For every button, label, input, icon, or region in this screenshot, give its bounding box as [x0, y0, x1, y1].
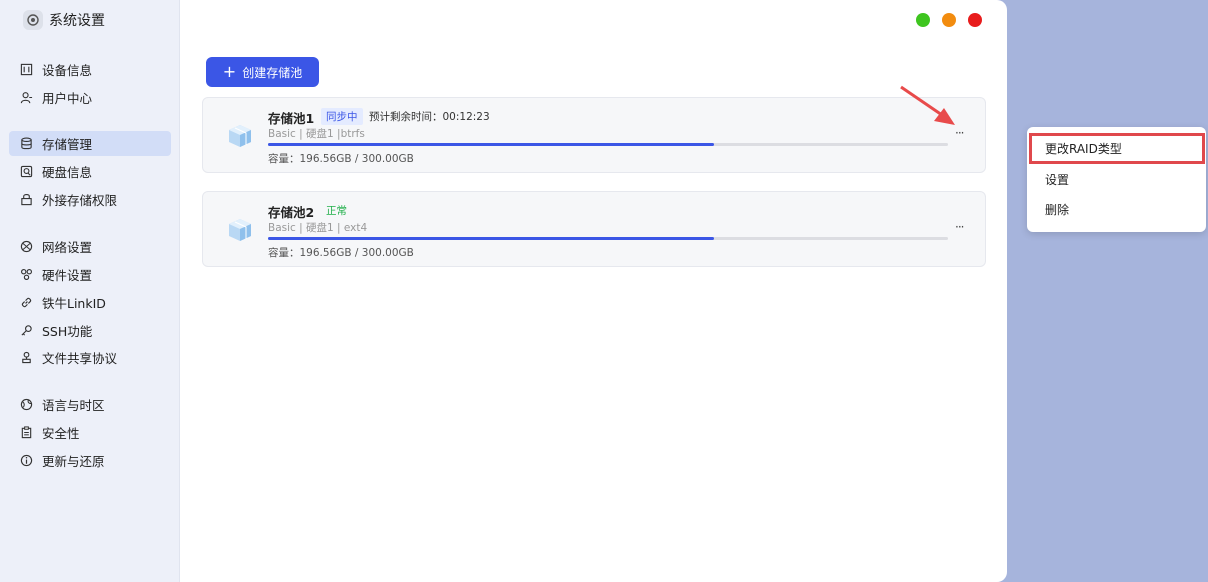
- sidebar-item-label: 网络设置: [42, 240, 93, 255]
- clipboard-icon: [19, 426, 33, 440]
- hardware-icon: [19, 268, 33, 282]
- share-icon: [19, 351, 33, 365]
- status-badge: 同步中: [321, 108, 363, 125]
- sidebar-item-label: 硬件设置: [42, 268, 93, 283]
- pool-name: 存储池1: [268, 111, 315, 126]
- more-options-button[interactable]: ···: [955, 126, 965, 140]
- sidebar-item-disk-info[interactable]: 硬盘信息: [9, 159, 171, 184]
- close-button[interactable]: [968, 13, 982, 27]
- key-icon: [19, 324, 33, 338]
- sidebar-item-device-info[interactable]: 设备信息: [9, 57, 171, 82]
- sidebar-item-label: 硬盘信息: [42, 165, 93, 180]
- settings-logo-icon: [23, 10, 43, 30]
- sidebar-item-language[interactable]: 语言与时区: [9, 392, 171, 417]
- sidebar-item-label: 文件共享协议: [42, 351, 118, 366]
- capacity-bar: [268, 143, 948, 146]
- network-icon: [19, 240, 33, 254]
- sidebar-item-label: 存储管理: [42, 137, 93, 152]
- capacity-bar-fill: [268, 237, 714, 240]
- sidebar-item-linkid[interactable]: 铁牛LinkID: [9, 290, 171, 315]
- sidebar-item-storage[interactable]: 存储管理: [9, 131, 171, 156]
- plus-icon: +: [222, 62, 237, 81]
- pool-name: 存储池2: [268, 205, 315, 220]
- status-badge: 正常: [326, 205, 347, 217]
- capacity-bar: [268, 237, 948, 240]
- sidebar: 系统设置 设备信息 用户中心 存储管理 硬盘信息 外接存储权限 网络设置 硬件设…: [0, 0, 180, 582]
- info-icon: [19, 454, 33, 468]
- create-pool-button[interactable]: + 创建存储池: [206, 57, 319, 87]
- globe-icon: [19, 398, 33, 412]
- menu-item-settings[interactable]: 设置: [1029, 164, 1205, 195]
- sidebar-item-label: 语言与时区: [42, 398, 105, 413]
- link-icon: [19, 296, 33, 310]
- sidebar-item-label: 设备信息: [42, 63, 93, 78]
- user-icon: [19, 91, 33, 105]
- storage-pool-icon: [229, 125, 251, 147]
- app-title-text: 系统设置: [49, 13, 105, 29]
- maximize-button[interactable]: [916, 13, 930, 27]
- more-options-button[interactable]: ···: [955, 220, 965, 234]
- sidebar-item-label: SSH功能: [42, 324, 93, 339]
- sidebar-item-label: 外接存储权限: [42, 193, 118, 208]
- create-pool-label: 创建存储池: [242, 65, 303, 80]
- app-title: 系统设置: [23, 10, 105, 30]
- pool-card: 存储池2 正常 Basic | 硬盘1 | ext4 容量：196.56GB /…: [202, 191, 986, 267]
- sidebar-item-update[interactable]: 更新与还原: [9, 448, 171, 473]
- database-icon: [19, 137, 33, 151]
- sidebar-item-label: 更新与还原: [42, 454, 105, 469]
- menu-item-delete[interactable]: 删除: [1029, 194, 1205, 225]
- pool-capacity: 容量：196.56GB / 300.00GB: [268, 247, 414, 259]
- sidebar-item-label: 用户中心: [42, 91, 93, 106]
- pool-meta: Basic | 硬盘1 | ext4: [268, 222, 368, 234]
- menu-item-change-raid[interactable]: 更改RAID类型: [1029, 133, 1205, 164]
- sidebar-item-label: 铁牛LinkID: [42, 296, 106, 311]
- minimize-button[interactable]: [942, 13, 956, 27]
- pool-capacity: 容量：196.56GB / 300.00GB: [268, 153, 414, 165]
- sidebar-item-hardware[interactable]: 硬件设置: [9, 262, 171, 287]
- storage-pool-icon: [229, 219, 251, 241]
- lock-icon: [19, 193, 33, 207]
- sidebar-item-security[interactable]: 安全性: [9, 420, 171, 445]
- remaining-time: 预计剩余时间：00:12:23: [369, 111, 490, 123]
- sidebar-item-network[interactable]: 网络设置: [9, 234, 171, 259]
- sidebar-item-user-center[interactable]: 用户中心: [9, 85, 171, 110]
- sidebar-item-label: 安全性: [42, 426, 80, 441]
- device-info-icon: [19, 63, 33, 77]
- sidebar-item-file-share[interactable]: 文件共享协议: [9, 345, 171, 370]
- pool-meta: Basic | 硬盘1 |btrfs: [268, 128, 365, 140]
- sidebar-item-ssh[interactable]: SSH功能: [9, 318, 171, 343]
- capacity-bar-fill: [268, 143, 714, 146]
- pool-card: 存储池1 同步中 预计剩余时间：00:12:23 Basic | 硬盘1 |bt…: [202, 97, 986, 173]
- annotation-arrow-icon: [900, 85, 955, 125]
- context-menu: 更改RAID类型 设置 删除: [1027, 127, 1206, 232]
- sidebar-item-external-storage[interactable]: 外接存储权限: [9, 187, 171, 212]
- settings-window: 系统设置 设备信息 用户中心 存储管理 硬盘信息 外接存储权限 网络设置 硬件设…: [0, 0, 1007, 582]
- disk-icon: [19, 165, 33, 179]
